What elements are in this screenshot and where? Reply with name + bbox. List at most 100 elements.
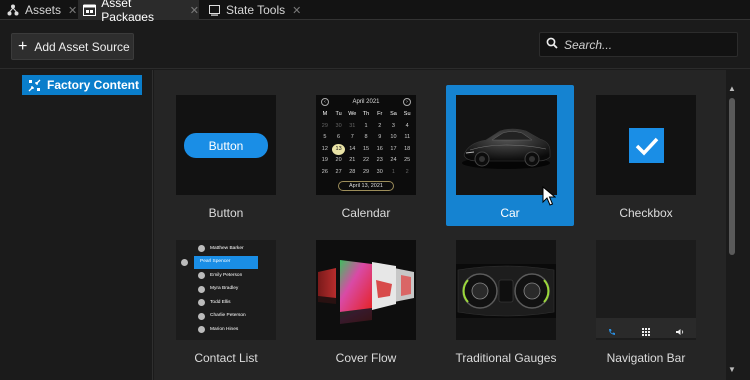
calendar-day[interactable]: 18 [400, 144, 414, 156]
calendar-day[interactable]: 23 [373, 155, 387, 167]
contact-list-item[interactable]: Myra Bradley [176, 283, 276, 297]
avatar-icon [198, 299, 205, 306]
scroll-down-icon[interactable]: ▼ [727, 365, 737, 375]
asset-label: Navigation Bar [606, 351, 686, 365]
asset-label: Calendar [341, 206, 391, 220]
avatar-icon [198, 285, 205, 293]
tab-bar: Assets ✕ Asset Packages ✕ State Tools ✕ [0, 0, 750, 24]
contact-name: Charlie Peterson [210, 313, 246, 319]
contact-list-preview: Matthew Barker Pearl Spencer Emily Peterso… [176, 242, 276, 337]
calendar-day[interactable]: 5 [318, 132, 332, 144]
asset-tile-traditional-gauges[interactable]: Traditional Gauges [442, 230, 570, 371]
calendar-day[interactable]: 29 [318, 121, 332, 133]
calendar-day[interactable]: 2 [373, 121, 387, 133]
calendar-week-row: 26 27 28 29 30 1 2 [318, 167, 414, 179]
calendar-day[interactable]: 20 [332, 155, 346, 167]
calendar-day[interactable]: 22 [359, 155, 373, 167]
calendar-week-row: 19 20 21 22 23 24 25 [318, 155, 414, 167]
sidebar-item-factory-content[interactable]: Factory Content [22, 75, 142, 95]
calendar-day[interactable]: 1 [359, 121, 373, 133]
calendar-day[interactable]: 30 [332, 121, 346, 133]
avatar-icon [198, 272, 205, 279]
calendar-day[interactable]: 30 [373, 167, 387, 179]
calendar-day[interactable]: 28 [345, 167, 359, 179]
asset-label: Cover Flow [335, 351, 397, 365]
search-box[interactable] [539, 32, 738, 57]
calendar-day[interactable]: 24 [387, 155, 401, 167]
chevron-left-icon: ‹ [321, 98, 329, 106]
calendar-day[interactable]: 13 [331, 143, 346, 155]
calendar-day[interactable]: 26 [318, 167, 332, 179]
contact-list-item[interactable]: Marion Hines [176, 323, 276, 337]
close-icon[interactable]: ✕ [190, 4, 199, 17]
calendar-weekday: Fr [377, 111, 383, 117]
asset-tile-checkbox[interactable]: Checkbox [582, 85, 710, 226]
calendar-day[interactable]: 4 [400, 121, 414, 133]
contact-list-item[interactable]: Emily Peterson [176, 269, 276, 283]
calendar-day[interactable]: 29 [359, 167, 373, 179]
asset-tile-contact-list[interactable]: Matthew Barker Pearl Spencer Emily Peterso… [162, 230, 290, 371]
calendar-grid: M Tu We Th Fr Sa Su 29 30 31 1 2 3 4 5 6 7 8 9 10 11 12 13 14 15… [318, 109, 414, 178]
scrollbar-thumb[interactable] [729, 98, 735, 255]
calendar-day[interactable]: 25 [400, 155, 414, 167]
calendar-day[interactable]: 17 [387, 144, 401, 156]
calendar-day[interactable]: 8 [359, 132, 373, 144]
tab-state-tools-label: State Tools [226, 3, 286, 17]
tab-asset-packages[interactable]: Asset Packages ✕ [78, 0, 199, 24]
contact-name: Matthew Barker [210, 245, 244, 251]
scroll-up-icon[interactable]: ▲ [727, 84, 737, 94]
contact-list-item[interactable]: Charlie Peterson [176, 310, 276, 324]
calendar-day[interactable]: 10 [387, 132, 401, 144]
calendar-day[interactable]: 14 [345, 144, 359, 156]
calendar-day[interactable]: 15 [359, 144, 373, 156]
calendar-day[interactable]: 1 [387, 167, 401, 179]
asset-label: Button [208, 206, 244, 220]
contact-name: Todd Ellis [210, 299, 231, 305]
calendar-week-row: 29 30 31 1 2 3 4 [318, 121, 414, 133]
asset-label: Contact List [194, 351, 258, 365]
calendar-weekday: We [348, 111, 357, 117]
search-input[interactable] [564, 37, 734, 52]
calendar-weekday: Th [362, 111, 370, 117]
asset-tile-car[interactable]: Car [446, 85, 574, 226]
tab-assets-label: Assets [25, 3, 62, 17]
asset-tile-button[interactable]: Button Button [162, 85, 290, 226]
contact-list-item[interactable]: Matthew Barker [176, 242, 276, 256]
navigation-bar-preview-thumbnail [596, 240, 696, 340]
calendar-day[interactable]: 3 [387, 121, 401, 133]
calendar-day[interactable]: 11 [400, 132, 414, 144]
calendar-day[interactable]: 21 [345, 155, 359, 167]
avatar-icon [198, 312, 205, 320]
calendar-weekday: M [322, 111, 328, 117]
calendar-weekday-row: M Tu We Th Fr Sa Su [318, 109, 414, 121]
vertical-scrollbar[interactable]: ▲ ▼ [726, 82, 738, 377]
close-icon[interactable]: ✕ [292, 4, 301, 17]
asset-tile-calendar[interactable]: ‹ April 2021 › M Tu We Th Fr Sa Su 29 30 31 1 2 3 4 5 6… [302, 85, 430, 226]
asset-tile-navigation-bar[interactable]: Navigation Bar [582, 230, 710, 371]
tab-assets[interactable]: Assets ✕ [6, 0, 77, 20]
asset-tile-cover-flow[interactable]: Cover Flow [302, 230, 430, 371]
contact-list-item[interactable]: Pearl Spencer [181, 255, 258, 269]
contact-name: Marion Hines [210, 326, 239, 332]
calendar-month: April 2021 [352, 99, 380, 105]
asset-grid: Button Button ‹ April 2021 › M Tu We Th Fr Sa… [154, 70, 726, 380]
add-asset-source-button[interactable]: + Add Asset Source [11, 33, 134, 60]
calendar-day[interactable]: 7 [345, 132, 359, 144]
calendar-day[interactable]: 12 [318, 144, 332, 156]
calendar-day[interactable]: 31 [345, 121, 359, 133]
contact-list-item[interactable]: Todd Ellis [176, 296, 276, 310]
gauges-preview-thumbnail [456, 240, 556, 340]
calendar-day[interactable]: 2 [400, 167, 414, 179]
calendar-day[interactable]: 19 [318, 155, 332, 167]
calendar-day[interactable]: 9 [373, 132, 387, 144]
calendar-day[interactable]: 27 [332, 167, 346, 179]
calendar-week-row: 5 6 7 8 9 10 11 [318, 132, 414, 144]
calendar-day[interactable]: 16 [373, 144, 387, 156]
close-icon[interactable]: ✕ [68, 4, 77, 17]
search-icon [546, 36, 558, 54]
tab-state-tools[interactable]: State Tools ✕ [207, 0, 301, 20]
asset-source-tree: Factory Content [0, 70, 153, 380]
grid-menu-icon [642, 323, 650, 340]
calendar-day[interactable]: 6 [332, 132, 346, 144]
checkmark-icon [629, 128, 664, 163]
